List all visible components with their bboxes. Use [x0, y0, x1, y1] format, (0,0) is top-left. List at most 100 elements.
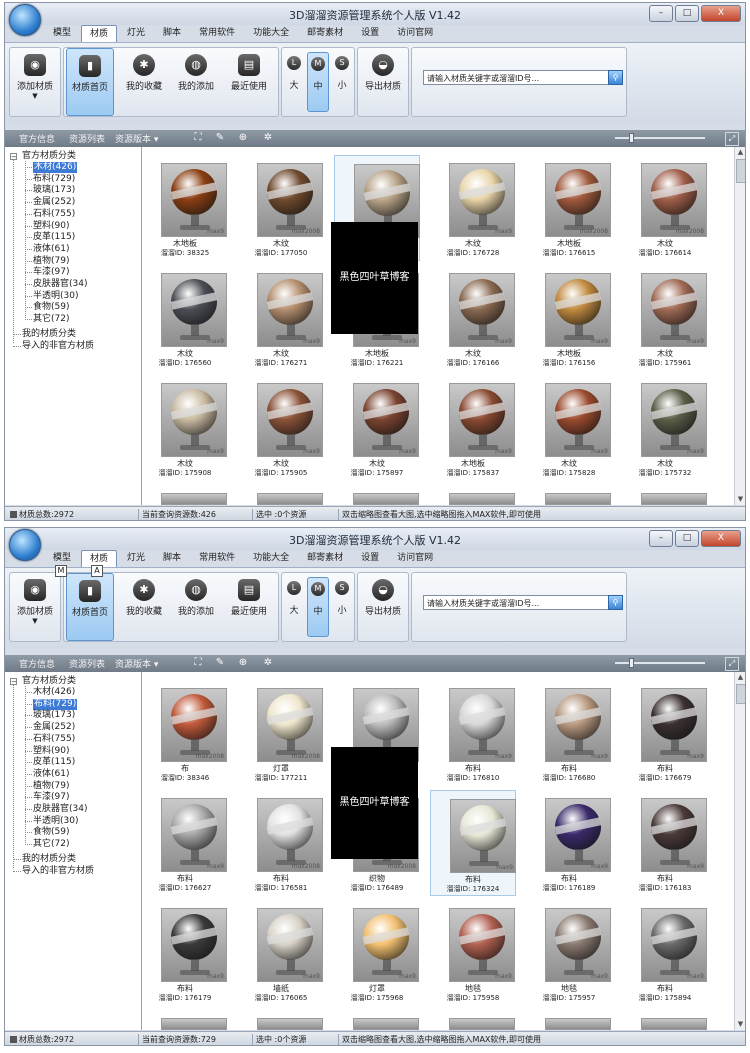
material-home-button[interactable]: ▮ 材质首页	[66, 48, 114, 116]
material-thumbnail[interactable]: max9	[449, 383, 515, 457]
pen-icon[interactable]: ✎	[213, 656, 227, 670]
material-thumbnail-partial[interactable]	[641, 1018, 707, 1030]
material-thumbnail-partial[interactable]	[449, 493, 515, 505]
scroll-down-icon[interactable]: ▼	[735, 1019, 745, 1030]
material-item[interactable]: max9 布料 溜溜ID: 176810	[430, 680, 516, 786]
tab-website[interactable]: 访问官网	[389, 550, 441, 566]
my-favorites-button[interactable]: ✱ 我的收藏	[120, 573, 168, 641]
material-thumbnail[interactable]: max9	[641, 383, 707, 457]
tree-my-categories[interactable]: 我的材质分类	[22, 854, 76, 865]
material-item[interactable]: max9 地毯 溜溜ID: 175958	[430, 900, 516, 1006]
material-thumbnail[interactable]: max9	[450, 799, 516, 873]
tree-category[interactable]: 食物(59)	[33, 302, 69, 313]
material-thumbnail[interactable]: max9	[161, 798, 227, 872]
app-orb-icon[interactable]	[9, 4, 41, 36]
material-thumbnail-partial[interactable]	[257, 493, 323, 505]
material-thumbnail[interactable]: max2008	[545, 163, 611, 237]
material-thumbnail-partial[interactable]	[545, 1018, 611, 1030]
tab-mail-assets[interactable]: 邮寄素材	[299, 25, 351, 41]
material-thumbnail-partial[interactable]	[161, 493, 227, 505]
scroll-thumb[interactable]	[736, 159, 745, 183]
tree-category[interactable]: 植物(79)	[33, 256, 69, 267]
material-thumbnail[interactable]: max9	[257, 908, 323, 982]
material-home-button[interactable]: ▮ 材质首页	[66, 573, 114, 641]
material-item[interactable]: max9 布料 溜溜ID: 176324	[430, 790, 516, 896]
slider-thumb[interactable]	[629, 133, 634, 143]
tab-software[interactable]: 常用软件	[191, 550, 243, 566]
tab-settings[interactable]: 设置	[353, 550, 387, 566]
official-info-link[interactable]: 官方信息	[19, 657, 55, 670]
material-thumbnail[interactable]: max2008	[257, 688, 323, 762]
size-medium-button[interactable]: M 中	[307, 577, 329, 637]
material-thumbnail-partial[interactable]	[545, 493, 611, 505]
tree-my-categories[interactable]: 我的材质分类	[22, 329, 76, 340]
scroll-thumb[interactable]	[736, 684, 745, 704]
material-item[interactable]: max9 布料 溜溜ID: 176679	[622, 680, 708, 786]
minimize-button[interactable]: –	[649, 530, 673, 547]
material-item[interactable]: max9 木纹 溜溜ID: 176166	[430, 265, 516, 371]
tree-category[interactable]: 木材(426)	[33, 687, 75, 698]
tree-category[interactable]: 半透明(30)	[33, 291, 78, 302]
material-thumbnail[interactable]: max9	[353, 383, 419, 457]
my-added-button[interactable]: ◍ 我的添加	[172, 573, 220, 641]
tree-category[interactable]: 皮革(115)	[33, 757, 75, 768]
tree-category[interactable]: 玻璃(173)	[33, 185, 75, 196]
material-item[interactable]: max9 墙纸 溜溜ID: 176065	[238, 900, 324, 1006]
material-item[interactable]: max2008 木地板 溜溜ID: 176615	[526, 155, 612, 261]
add-material-button[interactable]: ◉ 添加材质 ▼	[11, 48, 59, 116]
material-thumbnail[interactable]: max9	[545, 273, 611, 347]
material-item[interactable]: max9 灯罩 溜溜ID: 175968	[334, 900, 420, 1006]
tree-category[interactable]: 布料(729)	[33, 174, 75, 185]
tree-category[interactable]: 植物(79)	[33, 781, 69, 792]
material-thumbnail-partial[interactable]	[161, 1018, 227, 1030]
tree-category[interactable]: 半透明(30)	[33, 816, 78, 827]
material-item[interactable]: max2008 布料 溜溜ID: 176581	[238, 790, 324, 896]
tree-imported[interactable]: 导入的非官方材质	[22, 866, 94, 877]
maximize-button[interactable]: □	[675, 5, 699, 22]
material-item[interactable]: max9 布料 溜溜ID: 176627	[142, 790, 228, 896]
tree-category[interactable]: 金属(252)	[33, 722, 75, 733]
fit-view-icon[interactable]: ⛶	[191, 656, 205, 670]
material-item[interactable]: max9 木纹 溜溜ID: 175961	[622, 265, 708, 371]
material-thumbnail[interactable]: max2008	[641, 163, 707, 237]
tree-category[interactable]: 石料(755)	[33, 734, 75, 745]
minimize-button[interactable]: –	[649, 5, 673, 22]
material-item[interactable]: max9 木地板 溜溜ID: 176156	[526, 265, 612, 371]
material-thumbnail[interactable]: max9	[257, 383, 323, 457]
tab-script[interactable]: 脚本	[155, 550, 189, 566]
material-item[interactable]: max9 地毯 溜溜ID: 175957	[526, 900, 612, 1006]
tree-category[interactable]: 玻璃(173)	[33, 710, 75, 721]
material-item[interactable]: max9 木纹 溜溜ID: 175897	[334, 375, 420, 481]
material-thumbnail[interactable]: max2008	[257, 798, 323, 872]
tree-imported[interactable]: 导入的非官方材质	[22, 341, 94, 352]
tree-category[interactable]: 塑料(90)	[33, 746, 69, 757]
search-input[interactable]: 请输入材质关键字或溜溜ID号...	[423, 70, 623, 85]
tree-category[interactable]: 液体(61)	[33, 244, 69, 255]
tab-model[interactable]: 模型	[45, 550, 79, 566]
material-thumbnail[interactable]: max9	[161, 383, 227, 457]
tab-mail-assets[interactable]: 邮寄素材	[299, 550, 351, 566]
grid-scrollbar[interactable]: ▲ ▼	[734, 672, 745, 1030]
material-thumbnail[interactable]: max9	[545, 688, 611, 762]
material-thumbnail[interactable]: max9	[641, 908, 707, 982]
material-thumbnail[interactable]: max9	[449, 273, 515, 347]
size-large-button[interactable]: L 大	[283, 52, 305, 112]
tree-category[interactable]: 液体(61)	[33, 769, 69, 780]
slider-thumb[interactable]	[629, 658, 634, 668]
material-thumbnail-partial[interactable]	[257, 1018, 323, 1030]
search-input[interactable]: 请输入材质关键字或溜溜ID号...	[423, 595, 623, 610]
material-item[interactable]: max9 木纹 溜溜ID: 175828	[526, 375, 612, 481]
tree-root-official[interactable]: 官方材质分类	[22, 676, 76, 687]
material-item[interactable]: max9 木地板 溜溜ID: 175837	[430, 375, 516, 481]
fit-view-icon[interactable]: ⛶	[191, 131, 205, 145]
material-item[interactable]: max9 木纹 溜溜ID: 175732	[622, 375, 708, 481]
resource-version-dropdown[interactable]: 资源版本 ▾	[115, 657, 158, 670]
tree-category[interactable]: 其它(72)	[33, 314, 69, 325]
material-thumbnail[interactable]: max9	[449, 163, 515, 237]
material-thumbnail[interactable]: max9	[545, 383, 611, 457]
resource-version-dropdown[interactable]: 资源版本 ▾	[115, 132, 158, 145]
tab-script[interactable]: 脚本	[155, 25, 189, 41]
scroll-up-icon[interactable]: ▲	[735, 147, 745, 158]
material-item[interactable]: max2008 木纹 溜溜ID: 176614	[622, 155, 708, 261]
tree-category[interactable]: 车漆(97)	[33, 792, 69, 803]
